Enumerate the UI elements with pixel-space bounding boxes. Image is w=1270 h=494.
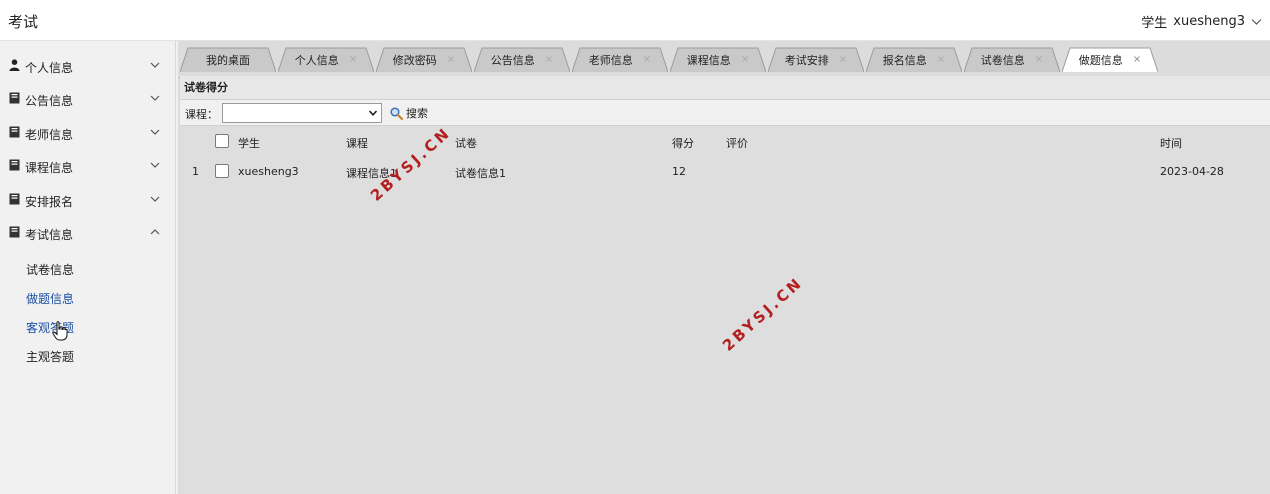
tab-label: 公告信息 <box>490 53 535 67</box>
column-header-course: 课程 <box>346 137 368 150</box>
close-icon[interactable]: × <box>545 54 553 65</box>
tab-label: 试卷信息 <box>980 53 1025 67</box>
tab-3[interactable]: 修改密码 × <box>376 47 472 72</box>
filter-bar: 课程： 搜索 <box>180 100 1270 126</box>
sidebar-group-profile[interactable]: 个人信息 <box>0 51 176 81</box>
search-button[interactable]: 搜索 <box>390 105 428 121</box>
tab-bar: 我的桌面 个人信息 × 修改密码 × 公告信息 × 老师信息 × 课程信息 × 考试安排 × 报名信息 × 试… <box>178 47 1270 78</box>
book-icon <box>9 126 20 138</box>
sidebar-group-exam[interactable]: 考试信息 <box>0 218 176 248</box>
table-row[interactable]: 1 xuesheng3 课程信息1 试卷信息1 12 2023-04-28 <box>180 157 1270 187</box>
tab-label: 报名信息 <box>882 53 927 67</box>
sidebar-group-label: 公告信息 <box>25 94 74 108</box>
app-title: 考试 <box>8 13 39 31</box>
user-role: 学生 <box>1141 16 1168 31</box>
tab-label: 修改密码 <box>392 53 437 67</box>
sidebar-group-course[interactable]: 课程信息 <box>0 151 176 181</box>
chevron-down-icon <box>150 95 160 101</box>
column-header-time: 时间 <box>1160 137 1182 150</box>
book-icon <box>9 193 20 205</box>
sidebar-item-answers[interactable]: 做题信息 <box>26 290 74 307</box>
tab-label: 考试安排 <box>784 53 829 67</box>
table-header: 学生 课程 试卷 得分 评价 时间 <box>180 127 1270 157</box>
column-header-comment: 评价 <box>726 137 748 150</box>
hand-cursor-icon <box>52 321 68 341</box>
user-icon <box>9 59 20 71</box>
score-panel: 试卷得分 课程： 搜索 学生 课程 试卷 得分 评价 时间 1 xuesheng… <box>180 76 1270 494</box>
column-header-score: 得分 <box>672 137 694 150</box>
top-bar: 考试 学生 xuesheng3 <box>0 0 1270 41</box>
tab-2[interactable]: 个人信息 × <box>278 47 374 72</box>
book-icon <box>9 92 20 104</box>
sidebar-item-subjective[interactable]: 主观答题 <box>26 348 74 365</box>
close-icon[interactable]: × <box>349 54 357 65</box>
chevron-down-icon <box>368 110 378 116</box>
username: xuesheng3 <box>1173 14 1245 29</box>
tab-label: 老师信息 <box>588 53 633 67</box>
chevron-down-icon <box>150 62 160 68</box>
course-filter-label: 课程： <box>185 108 218 121</box>
sidebar-group-label: 安排报名 <box>25 195 74 209</box>
tab-label: 课程信息 <box>686 53 731 67</box>
cell-paper: 试卷信息1 <box>455 167 506 180</box>
book-icon <box>9 226 20 238</box>
sidebar-group-notice[interactable]: 公告信息 <box>0 84 176 114</box>
panel-title: 试卷得分 <box>180 76 1270 100</box>
chevron-up-icon <box>150 229 160 235</box>
tab-7[interactable]: 考试安排 × <box>768 47 864 72</box>
tab-9[interactable]: 试卷信息 × <box>964 47 1060 72</box>
sidebar: 个人信息 公告信息 老师信息 课程信息 安排报名 考试信息 试卷信息 做题信息 … <box>0 41 176 494</box>
search-icon <box>390 106 403 120</box>
tab-10[interactable]: 做题信息 × <box>1062 47 1158 72</box>
select-all-checkbox[interactable] <box>215 134 229 148</box>
chevron-down-icon <box>150 129 160 135</box>
cell-time: 2023-04-28 <box>1160 165 1224 178</box>
cell-student: xuesheng3 <box>238 165 299 178</box>
chevron-down-icon <box>150 196 160 202</box>
row-checkbox[interactable] <box>215 164 229 178</box>
search-label: 搜索 <box>406 107 428 120</box>
course-select[interactable] <box>222 103 382 123</box>
column-header-student: 学生 <box>238 137 260 150</box>
book-icon <box>9 159 20 171</box>
user-menu[interactable]: 学生 xuesheng3 <box>1141 12 1262 31</box>
tab-8[interactable]: 报名信息 × <box>866 47 962 72</box>
sidebar-item-papers[interactable]: 试卷信息 <box>26 261 74 278</box>
close-icon[interactable]: × <box>741 54 749 65</box>
close-icon[interactable]: × <box>1035 54 1043 65</box>
row-index: 1 <box>192 165 199 178</box>
sidebar-group-label: 课程信息 <box>25 161 74 175</box>
close-icon[interactable]: × <box>643 54 651 65</box>
close-icon[interactable]: × <box>1133 54 1141 65</box>
tab-label: 个人信息 <box>294 53 339 67</box>
tab-4[interactable]: 公告信息 × <box>474 47 570 72</box>
chevron-down-icon <box>150 162 160 168</box>
sidebar-group-label: 个人信息 <box>25 61 74 75</box>
tab-5[interactable]: 老师信息 × <box>572 47 668 72</box>
sidebar-group-label: 考试信息 <box>25 228 74 242</box>
close-icon[interactable]: × <box>839 54 847 65</box>
tab-1[interactable]: 我的桌面 <box>180 47 276 72</box>
close-icon[interactable]: × <box>937 54 945 65</box>
column-header-paper: 试卷 <box>455 137 477 150</box>
sidebar-group-teacher[interactable]: 老师信息 <box>0 118 176 148</box>
chevron-down-icon <box>1251 18 1262 25</box>
cell-score: 12 <box>672 165 686 178</box>
sidebar-group-schedule[interactable]: 安排报名 <box>0 185 176 215</box>
main-content: 我的桌面 个人信息 × 修改密码 × 公告信息 × 老师信息 × 课程信息 × 考试安排 × 报名信息 × 试… <box>178 41 1270 494</box>
tab-label: 做题信息 <box>1078 53 1123 67</box>
tab-label: 我的桌面 <box>206 53 250 67</box>
sidebar-group-label: 老师信息 <box>25 128 74 142</box>
close-icon[interactable]: × <box>447 54 455 65</box>
tab-6[interactable]: 课程信息 × <box>670 47 766 72</box>
